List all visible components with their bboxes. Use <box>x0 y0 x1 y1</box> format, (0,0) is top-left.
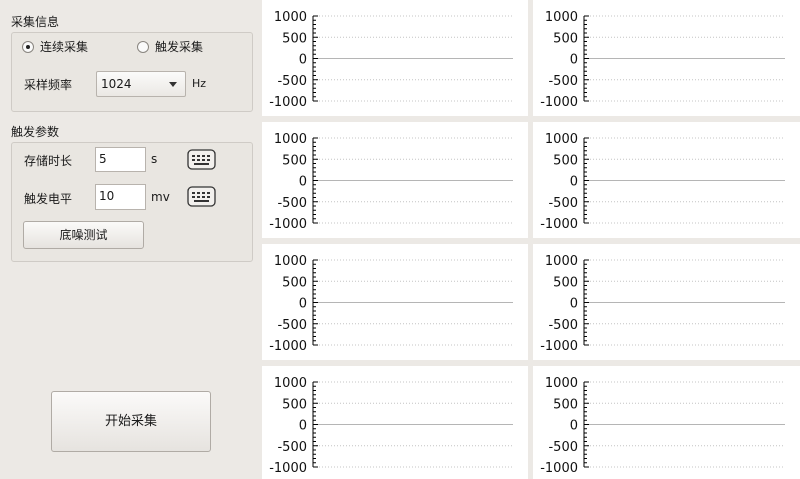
plot-6: 1000 500 0 -500 -1000 <box>533 244 800 360</box>
y-tick-label: -500 <box>548 440 578 455</box>
trigger-section-title: 触发参数 <box>11 125 60 139</box>
keyboard-icon[interactable] <box>187 186 216 207</box>
sample-rate-label: 采样频率 <box>24 78 73 92</box>
y-tick-label: -500 <box>548 74 578 89</box>
y-tick-label: -1000 <box>540 339 578 354</box>
y-tick-label: 1000 <box>274 132 307 147</box>
y-tick-label: 1000 <box>274 10 307 25</box>
plot-3-chart: 1000 500 0 -500 -1000 <box>269 132 513 232</box>
y-tick-label: -500 <box>277 318 307 333</box>
plot-6-chart: 1000 500 0 -500 -1000 <box>540 254 785 354</box>
storage-time-input[interactable]: 5 <box>95 147 146 172</box>
plot-2: 1000 500 0 -500 -1000 <box>533 0 800 116</box>
trigger-level-input[interactable]: 10 <box>95 184 146 210</box>
y-tick-label: -500 <box>277 440 307 455</box>
radio-selected-icon <box>22 40 34 53</box>
plot-4-chart: 1000 500 0 -500 -1000 <box>540 132 785 232</box>
y-tick-label: -500 <box>277 196 307 211</box>
y-tick-label: 500 <box>282 397 307 412</box>
y-tick-label: 1000 <box>274 254 307 269</box>
y-tick-label: -1000 <box>269 461 307 476</box>
y-tick-label: -500 <box>548 318 578 333</box>
storage-time-label: 存储时长 <box>24 154 73 168</box>
plot-2-chart: 1000 500 0 -500 -1000 <box>540 10 785 110</box>
y-tick-label: -1000 <box>540 217 578 232</box>
trigger-level-unit: mv <box>151 190 170 204</box>
y-tick-label: 500 <box>553 31 578 46</box>
plot-5: 1000 500 0 -500 -1000 <box>262 244 528 360</box>
acquisition-section-title: 采集信息 <box>11 15 60 29</box>
sample-rate-select[interactable]: 1024 <box>96 71 186 97</box>
y-tick-label: -1000 <box>540 461 578 476</box>
plot-3: 1000 500 0 -500 -1000 <box>262 122 528 238</box>
y-tick-label: 0 <box>299 175 307 190</box>
y-tick-label: -500 <box>277 74 307 89</box>
continuous-mode-radio[interactable]: 连续采集 <box>22 38 88 55</box>
trigger-mode-radio[interactable]: 触发采集 <box>137 38 203 55</box>
y-tick-label: 1000 <box>545 254 578 269</box>
trigger-mode-label: 触发采集 <box>155 40 204 54</box>
y-tick-label: 1000 <box>545 376 578 391</box>
keyboard-icon[interactable] <box>187 149 216 170</box>
noise-test-button[interactable]: 底噪测试 <box>23 221 144 249</box>
y-tick-label: 1000 <box>545 10 578 25</box>
y-tick-label: -1000 <box>540 95 578 110</box>
chevron-down-icon <box>169 82 177 87</box>
y-tick-label: 0 <box>570 297 578 312</box>
y-tick-label: -1000 <box>269 95 307 110</box>
y-tick-label: 500 <box>553 275 578 290</box>
continuous-mode-label: 连续采集 <box>40 40 89 54</box>
plot-5-chart: 1000 500 0 -500 -1000 <box>269 254 513 354</box>
plot-7: 1000 500 0 -500 -1000 <box>262 366 528 479</box>
trigger-level-label: 触发电平 <box>24 192 73 206</box>
y-tick-label: 500 <box>282 153 307 168</box>
sample-rate-value: 1024 <box>101 77 132 91</box>
plot-8-chart: 1000 500 0 -500 -1000 <box>540 376 785 476</box>
plot-7-chart: 1000 500 0 -500 -1000 <box>269 376 513 476</box>
y-tick-label: 1000 <box>545 132 578 147</box>
y-tick-label: 500 <box>553 153 578 168</box>
y-tick-label: 0 <box>299 419 307 434</box>
y-tick-label: 500 <box>282 275 307 290</box>
plot-1-chart: 1000 500 0 -500 -1000 <box>269 10 513 110</box>
y-tick-label: 0 <box>570 175 578 190</box>
y-tick-label: 0 <box>570 53 578 68</box>
y-tick-label: 500 <box>553 397 578 412</box>
start-acquisition-button[interactable]: 开始采集 <box>51 391 211 452</box>
y-tick-label: 0 <box>299 53 307 68</box>
plot-1: 1000 500 0 -500 -1000 <box>262 0 528 116</box>
storage-time-unit: s <box>151 152 158 166</box>
y-tick-label: 1000 <box>274 376 307 391</box>
y-tick-label: -500 <box>548 196 578 211</box>
y-tick-label: 500 <box>282 31 307 46</box>
radio-unselected-icon <box>137 40 149 53</box>
plot-4: 1000 500 0 -500 -1000 <box>533 122 800 238</box>
y-tick-label: 0 <box>299 297 307 312</box>
y-tick-label: -1000 <box>269 339 307 354</box>
y-tick-label: -1000 <box>269 217 307 232</box>
sample-rate-unit: Hz <box>192 77 207 90</box>
plot-8: 1000 500 0 -500 -1000 <box>533 366 800 479</box>
y-tick-label: 0 <box>570 419 578 434</box>
